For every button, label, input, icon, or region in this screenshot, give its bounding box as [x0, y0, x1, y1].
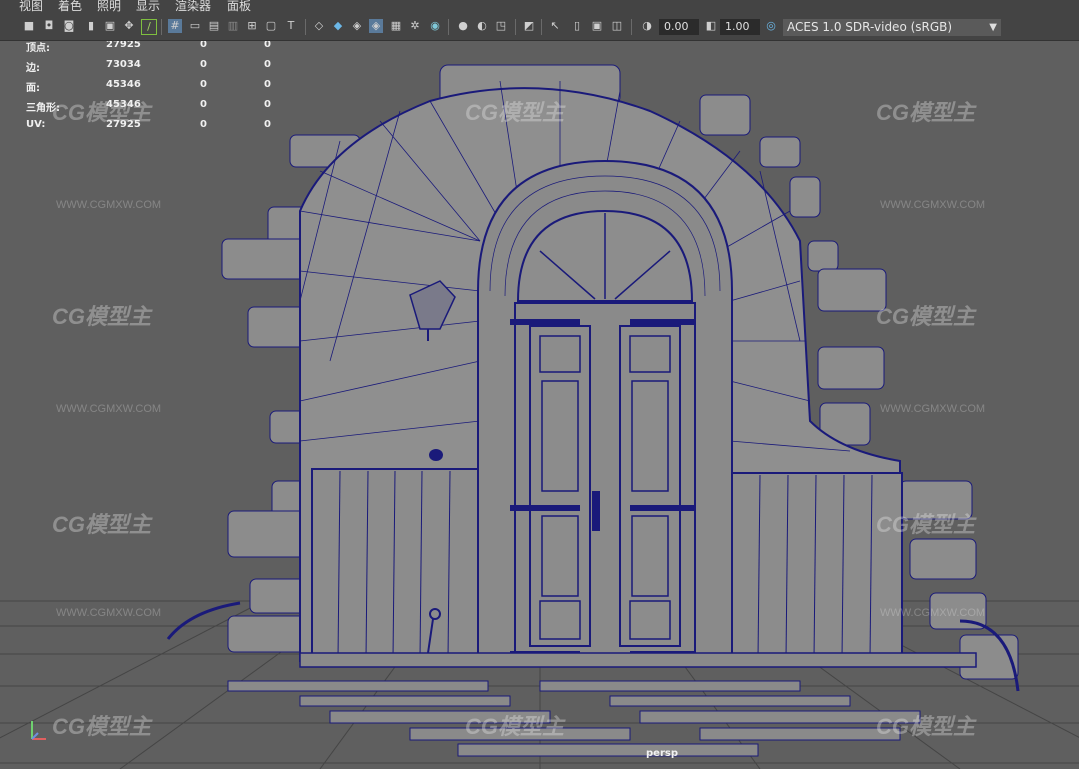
watermark-logo: CG模型主 [52, 100, 152, 125]
exposure-icon[interactable]: ◑ [640, 19, 654, 33]
xray-joints-icon[interactable]: ◫ [610, 19, 624, 33]
lights-icon[interactable]: ✲ [408, 19, 422, 33]
watermark-logo: CG模型主 [465, 714, 565, 739]
screen-space-ao-icon[interactable]: ● [456, 19, 470, 33]
floor-planks [227, 680, 921, 757]
right-fence [731, 472, 903, 662]
menu-panels[interactable]: 面板 [227, 0, 251, 13]
grease-pencil-icon[interactable]: / [141, 19, 157, 35]
hud-row-edges: 边: 73034 0 0 [26, 59, 271, 74]
hud-row-vertices: 顶点: 27925 0 0 [26, 41, 271, 54]
film-gate-2-icon[interactable]: ▭ [188, 19, 202, 33]
watermark-url: WWW.CGMXW.COM [880, 403, 986, 415]
chevron-down-icon: ▼ [989, 22, 997, 33]
xray-active-icon[interactable]: ▣ [590, 19, 604, 33]
safe-title-icon[interactable]: T [284, 19, 298, 33]
camera-attributes-icon[interactable]: ◘ [42, 19, 56, 33]
wireframe-on-shaded-icon[interactable]: ◈ [369, 19, 383, 33]
film-gate-icon[interactable]: ▣ [103, 19, 117, 33]
safe-action-icon[interactable]: ▢ [264, 19, 278, 33]
gate-mask-icon[interactable]: ▥ [226, 19, 240, 33]
left-door-panel [529, 325, 591, 647]
camera-name-label: persp [646, 748, 678, 759]
viewport-toolbar: ■ ◘ ◙ ▮ ▣ ✥ / # ▭ ▤ ▥ ⊞ ▢ T ◇ ◆ ◈ ◈ ▦ ✲ … [0, 14, 1079, 41]
motion-blur-icon[interactable]: ◐ [475, 19, 489, 33]
watermark-logo: CG模型主 [876, 304, 976, 329]
watermark-logo: CG模型主 [876, 714, 976, 739]
watermark-logo: CG模型主 [52, 714, 152, 739]
color-space-dropdown[interactable]: ACES 1.0 SDR-video (sRGB) ▼ [783, 19, 1001, 36]
watermark-url: WWW.CGMXW.COM [880, 607, 986, 619]
watermark-url: WWW.CGMXW.COM [56, 607, 162, 619]
base-step [299, 652, 977, 668]
menu-bar: 视图 着色 照明 显示 渲染器 面板 [0, 0, 1079, 14]
resolution-gate-icon[interactable]: ▤ [207, 19, 221, 33]
default-material-icon[interactable]: ◈ [350, 19, 364, 33]
shadows-icon[interactable]: ◉ [428, 19, 442, 33]
anti-aliasing-icon[interactable]: ◳ [494, 19, 508, 33]
camera-select-icon[interactable]: ■ [22, 19, 36, 33]
watermark-logo: CG模型主 [465, 100, 565, 125]
menu-show[interactable]: 显示 [136, 0, 160, 13]
3d-viewport[interactable]: 顶点: 27925 0 0 边: 73034 0 0 面: 45346 0 0 … [0, 41, 1079, 769]
menu-shading[interactable]: 着色 [58, 0, 82, 13]
watermark-url: WWW.CGMXW.COM [56, 199, 162, 211]
watermark-logo: CG模型主 [52, 304, 152, 329]
watermark-logo: CG模型主 [876, 100, 976, 125]
flag-icon[interactable]: ▮ [84, 19, 98, 33]
wireframe-icon[interactable]: ◇ [312, 19, 326, 33]
textured-icon[interactable]: ▦ [389, 19, 403, 33]
hud-row-faces: 面: 45346 0 0 [26, 79, 271, 94]
isolate-select-icon[interactable]: ↖ [548, 19, 562, 33]
move-icon[interactable]: ✥ [122, 19, 136, 33]
gamma-icon[interactable]: ◧ [704, 19, 718, 33]
right-door-panel [619, 325, 681, 647]
smooth-shade-icon[interactable]: ◆ [331, 19, 345, 33]
grid-icon[interactable]: # [168, 19, 182, 33]
field-chart-icon[interactable]: ⊞ [245, 19, 259, 33]
gamma-field[interactable]: 1.00 [720, 19, 760, 35]
menu-view[interactable]: 视图 [19, 0, 43, 13]
menu-renderer[interactable]: 渲染器 [175, 0, 211, 13]
menu-lighting[interactable]: 照明 [97, 0, 121, 13]
watermark-logo: CG模型主 [52, 512, 152, 537]
depth-of-field-icon[interactable]: ◩ [522, 19, 536, 33]
watermark-url: WWW.CGMXW.COM [880, 199, 986, 211]
color-management-icon[interactable]: ◎ [764, 19, 778, 33]
bookmark-icon[interactable]: ◙ [62, 19, 76, 33]
axis-gizmo-icon [31, 721, 46, 740]
exposure-field[interactable]: 0.00 [659, 19, 699, 35]
xray-icon[interactable]: ▯ [570, 19, 584, 33]
watermark-logo: CG模型主 [876, 512, 976, 537]
color-space-label: ACES 1.0 SDR-video (sRGB) [787, 20, 953, 34]
wall-rivet [429, 449, 443, 461]
watermark-url: WWW.CGMXW.COM [56, 403, 162, 415]
